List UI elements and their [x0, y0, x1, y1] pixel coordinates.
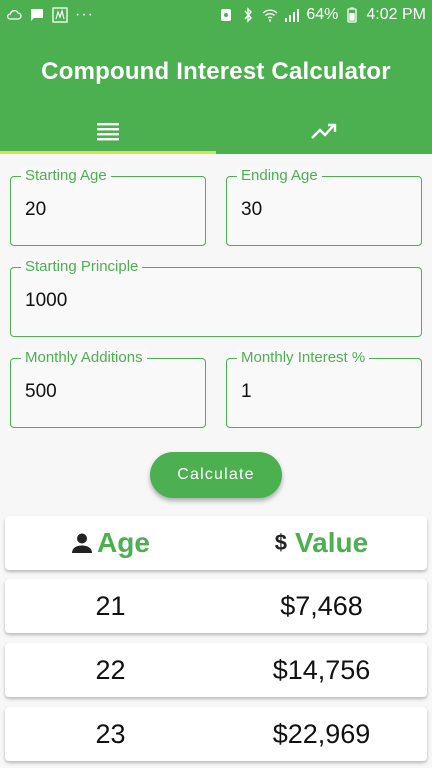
app-notification-icon	[52, 7, 68, 23]
cloud-icon	[7, 9, 22, 20]
signal-icon	[285, 9, 300, 22]
row-value: $14,756	[272, 654, 371, 685]
row-value: $22,969	[272, 718, 371, 749]
table-header: Age $ Value	[5, 516, 427, 570]
app-bar: Compound Interest Calculator	[0, 30, 432, 154]
row-age: 21	[95, 590, 126, 621]
status-bar: ··· 64% 4:02 PM	[0, 0, 432, 30]
battery-icon	[347, 7, 358, 23]
row-age: 23	[95, 718, 126, 749]
dollar-icon: $	[274, 530, 288, 555]
bluetooth-icon	[244, 7, 253, 23]
monthly-interest-label: Monthly Interest %	[237, 349, 370, 366]
wifi-icon	[262, 9, 278, 22]
ending-age-input[interactable]: 30	[241, 199, 262, 221]
row-value: $7,468	[280, 590, 363, 621]
monthly-interest-input[interactable]: 1	[241, 381, 252, 403]
clock: 4:02 PM	[366, 6, 426, 23]
tab-chart[interactable]	[216, 108, 432, 154]
content: Starting Age 20 Ending Age 30 Starting P…	[0, 154, 432, 768]
calculate-button[interactable]: Calculate	[150, 452, 282, 498]
starting-age-input[interactable]: 20	[25, 199, 46, 221]
starting-principle-input[interactable]: 1000	[25, 290, 67, 312]
starting-age-field[interactable]: Starting Age 20	[10, 167, 206, 246]
more-notifications: ···	[75, 6, 94, 23]
age-header-label: Age	[97, 527, 150, 558]
list-icon	[97, 123, 119, 141]
ending-age-field[interactable]: Ending Age 30	[226, 167, 422, 246]
age-column-header: Age	[5, 516, 216, 570]
monthly-interest-field[interactable]: Monthly Interest % 1	[226, 349, 422, 428]
value-column-header: $ Value	[216, 516, 427, 570]
tab-list[interactable]	[0, 108, 216, 154]
trending-up-icon	[311, 123, 337, 139]
table-row: 22 $14,756	[5, 643, 427, 697]
monthly-additions-label: Monthly Additions	[21, 349, 147, 366]
alarm-icon	[221, 9, 232, 21]
table-row: 21 $7,468	[5, 579, 427, 633]
battery-percent: 64%	[306, 6, 339, 23]
ending-age-label: Ending Age	[237, 167, 322, 184]
starting-principle-label: Starting Principle	[21, 258, 143, 275]
value-header-label: Value	[295, 527, 369, 558]
message-icon	[31, 9, 43, 21]
person-icon	[72, 533, 93, 553]
monthly-additions-field[interactable]: Monthly Additions 500	[10, 349, 206, 428]
starting-principle-field[interactable]: Starting Principle 1000	[10, 258, 422, 337]
monthly-additions-input[interactable]: 500	[25, 381, 57, 403]
page-title: Compound Interest Calculator	[41, 58, 391, 85]
table-row: 23 $22,969	[5, 707, 427, 761]
row-age: 22	[95, 654, 126, 685]
starting-age-label: Starting Age	[21, 167, 111, 184]
